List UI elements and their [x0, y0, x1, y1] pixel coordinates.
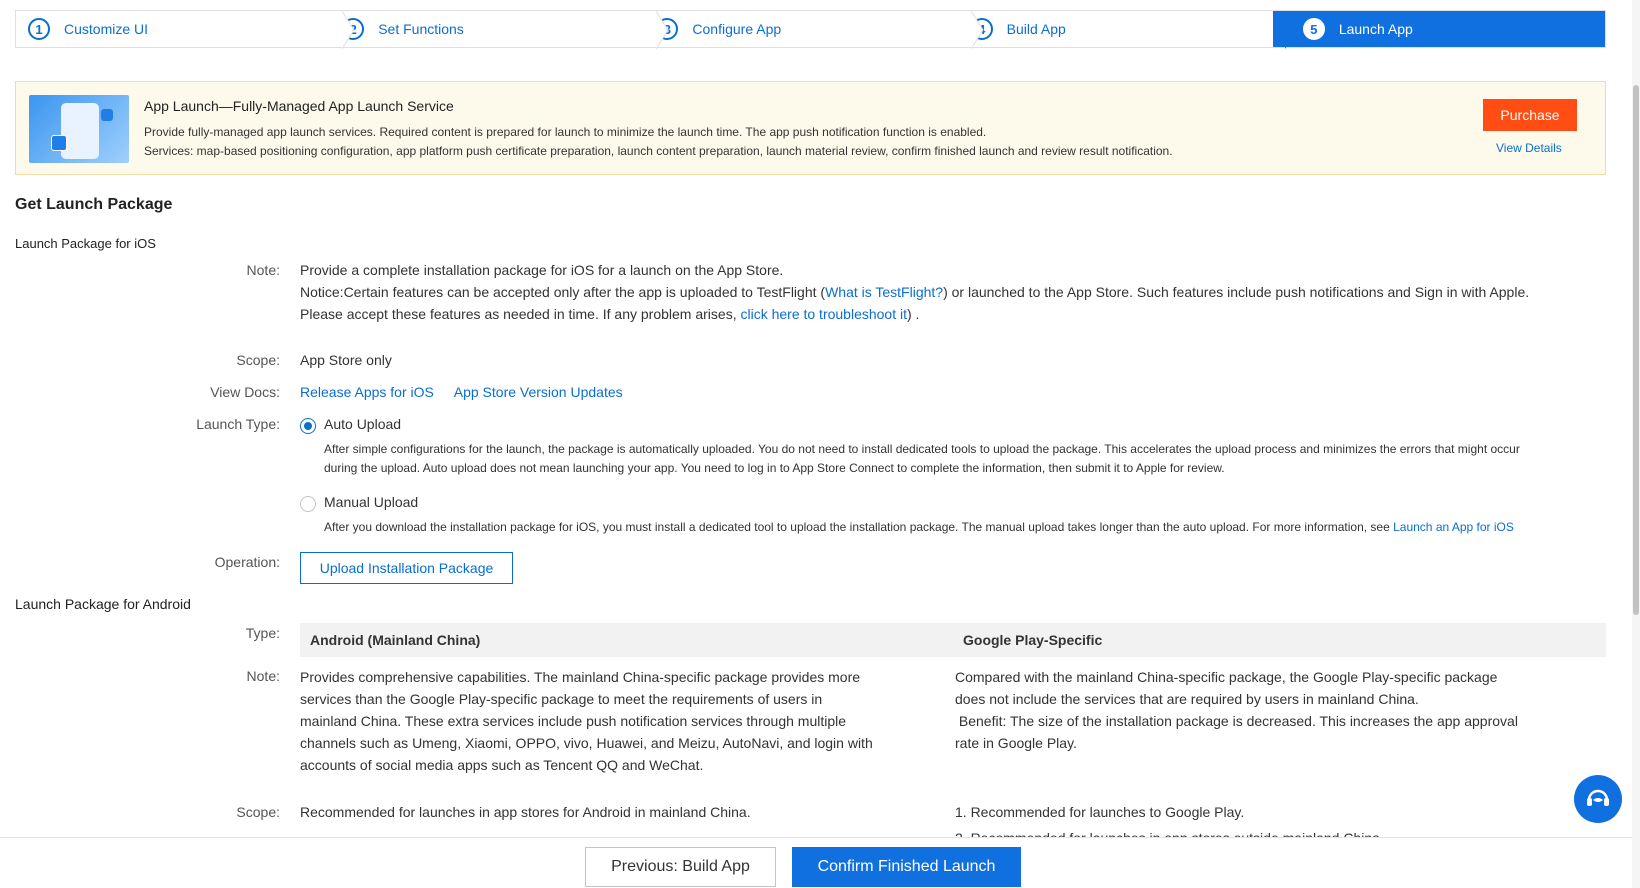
ios-note-line1: Provide a complete installation package … — [300, 262, 784, 278]
promo-description: Provide fully-managed app launch service… — [144, 125, 987, 139]
step-number: 1 — [28, 18, 50, 40]
note-text: ) . — [907, 306, 920, 322]
mainland-scope: Recommended for launches in app stores f… — [300, 804, 751, 820]
note-line: mainland China. These extra services inc… — [300, 713, 847, 729]
manual-upload-radio[interactable] — [300, 496, 316, 512]
auto-upload-radio[interactable] — [300, 418, 316, 434]
step-customize-ui[interactable]: 1 Customize UI — [16, 11, 355, 49]
note-text: Please accept these features as needed i… — [300, 306, 741, 322]
view-details-link[interactable]: View Details — [1496, 141, 1562, 155]
step-build-app[interactable]: 4 Build App — [959, 11, 1297, 49]
auto-upload-desc: After simple configurations for the laun… — [324, 442, 1520, 456]
step-label: Launch App — [1338, 21, 1413, 37]
release-apps-ios-link[interactable]: Release Apps for iOS — [300, 384, 434, 400]
note-line: channels such as Umeng, Xiaomi, OPPO, vi… — [300, 735, 873, 751]
step-label: Build App — [1006, 21, 1066, 37]
ios-scope-label: Scope: — [236, 352, 280, 368]
note-line: does not include the services that are r… — [955, 691, 1419, 707]
ios-note-line3: Please accept these features as needed i… — [300, 306, 919, 322]
app-store-version-updates-link[interactable]: App Store Version Updates — [454, 384, 623, 400]
note-text: Notice:Certain features can be accepted … — [300, 284, 826, 300]
type-mainland-china: Android (Mainland China) — [310, 632, 481, 648]
manual-upload-desc: After you download the installation pack… — [324, 520, 1514, 534]
step-launch-app[interactable]: 5 Launch App — [1272, 11, 1606, 47]
auto-upload-desc: during the upload. Auto upload does not … — [324, 461, 1225, 475]
troubleshoot-link[interactable]: click here to troubleshoot it — [740, 306, 907, 322]
step-set-functions[interactable]: 2 Set Functions — [330, 11, 669, 49]
footer-bar: Previous: Build App Confirm Finished Lau… — [0, 837, 1632, 888]
step-configure-app[interactable]: 3 Configure App — [644, 11, 984, 49]
what-is-testflight-link[interactable]: What is TestFlight? — [825, 284, 943, 300]
previous-build-app-button[interactable]: Previous: Build App — [585, 847, 776, 887]
note-line: rate in Google Play. — [955, 735, 1077, 751]
upload-installation-package-button[interactable]: Upload Installation Package — [300, 552, 513, 584]
note-line: accounts of social media apps such as Te… — [300, 757, 704, 773]
android-type-label: Type: — [245, 625, 280, 641]
ios-section-title: Launch Package for iOS — [15, 236, 156, 251]
ios-note-label: Note: — [246, 262, 280, 278]
android-scope-label: Scope: — [236, 804, 280, 820]
package-type-header: Android (Mainland China) Google Play-Spe… — [300, 623, 1606, 657]
scrollbar-thumb[interactable] — [1633, 85, 1639, 615]
promo-title: App Launch—Fully-Managed App Launch Serv… — [144, 98, 454, 114]
step-label: Customize UI — [64, 21, 149, 37]
headset-icon — [1587, 789, 1609, 806]
google-play-note: Compared with the mainland China-specifi… — [955, 666, 1518, 754]
app-launch-illustration — [29, 95, 129, 163]
note-line: Provides comprehensive capabilities. The… — [300, 669, 861, 685]
manual-upload-label[interactable]: Manual Upload — [324, 494, 418, 510]
page-section-title: Get Launch Package — [15, 196, 173, 213]
manual-upload-text: After you download the installation pack… — [324, 520, 1394, 534]
view-docs-label: View Docs: — [210, 384, 280, 400]
doc-links: Release Apps for iOS App Store Version U… — [300, 384, 623, 400]
step-label: Set Functions — [378, 21, 464, 37]
note-line: services than the Google Play-specific p… — [300, 691, 823, 707]
android-section-title: Launch Package for Android — [15, 596, 191, 612]
android-note-label: Note: — [246, 668, 280, 684]
type-google-play: Google Play-Specific — [963, 632, 1103, 648]
step-number: 5 — [1302, 18, 1325, 40]
scrollbar[interactable] — [1632, 0, 1640, 888]
launch-type-label: Launch Type: — [196, 416, 280, 432]
promo-banner: App Launch—Fully-Managed App Launch Serv… — [15, 81, 1606, 175]
note-line: Compared with the mainland China-specifi… — [955, 669, 1498, 685]
ios-note-line2: Notice:Certain features can be accepted … — [300, 284, 1529, 300]
step-label: Configure App — [692, 21, 782, 37]
auto-upload-label[interactable]: Auto Upload — [324, 416, 401, 432]
promo-services: Services: map-based positioning configur… — [144, 144, 1173, 158]
steps-bar: 1 Customize UI 2 Set Functions 3 Configu… — [15, 10, 1606, 49]
customer-service-button[interactable] — [1574, 775, 1622, 823]
ios-scope-value: App Store only — [300, 352, 392, 368]
note-text: ) or launched to the App Store. Such fea… — [943, 284, 1530, 300]
note-line: Benefit: The size of the installation pa… — [955, 713, 1518, 729]
purchase-button[interactable]: Purchase — [1483, 99, 1577, 131]
confirm-finished-launch-button[interactable]: Confirm Finished Launch — [792, 847, 1021, 887]
google-play-scope-1: 1. Recommended for launches to Google Pl… — [955, 804, 1245, 820]
launch-app-ios-link[interactable]: Launch an App for iOS — [1393, 520, 1514, 534]
operation-label: Operation: — [214, 554, 280, 570]
mainland-note: Provides comprehensive capabilities. The… — [300, 666, 873, 776]
